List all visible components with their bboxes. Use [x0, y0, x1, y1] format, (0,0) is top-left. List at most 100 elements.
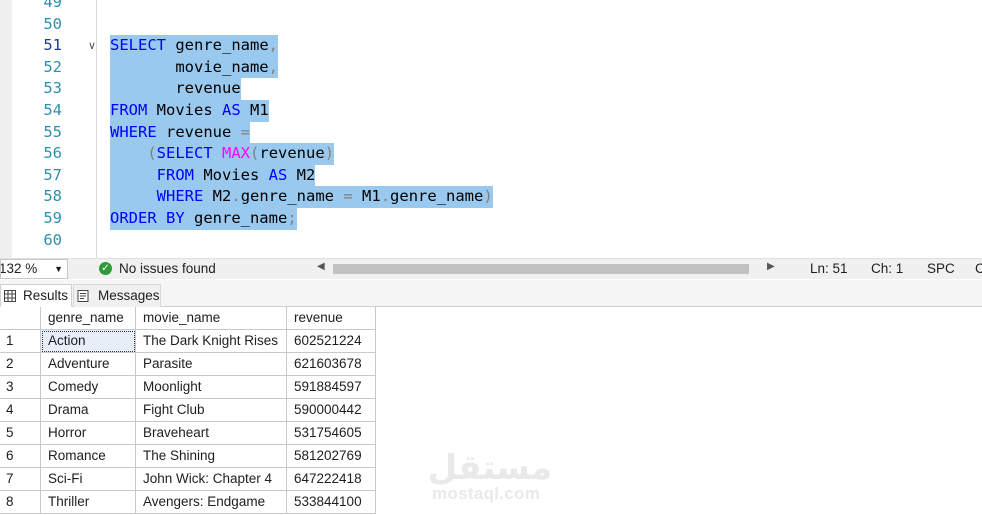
cell-revenue[interactable]: 590000442 — [287, 399, 376, 422]
code-token: ( — [250, 144, 260, 163]
whitespace-mode[interactable]: SPC — [927, 261, 955, 276]
cell-genre-name[interactable]: Adventure — [41, 353, 136, 376]
line-number: 54 — [43, 101, 62, 119]
sql-keyword: SELECT — [156, 144, 213, 163]
code-token: M2 — [287, 165, 316, 184]
code-line[interactable]: 49 — [0, 0, 982, 14]
cell-revenue[interactable]: 581202769 — [287, 445, 376, 468]
cell-movie-name[interactable]: Avengers: Endgame — [136, 491, 287, 514]
code-text: movie_name, — [110, 56, 278, 79]
code-token: genre_name — [184, 209, 288, 227]
sql-editor[interactable]: 49 50 51 ∨ SELECT genre_name, 52 movie_name, 5… — [0, 0, 982, 258]
row-number[interactable]: 8 — [0, 491, 41, 514]
encoding-indicator[interactable]: C — [975, 261, 982, 276]
sql-function: MAX — [222, 144, 251, 163]
sql-keyword: SELECT — [110, 36, 166, 55]
code-line[interactable]: 53 revenue — [0, 78, 982, 100]
code-text: FROM Movies AS M2 — [110, 164, 316, 187]
code-text: FROM Movies AS M1 — [110, 100, 269, 122]
row-number[interactable]: 7 — [0, 468, 41, 491]
line-indicator: Ln: 51 — [810, 261, 848, 276]
column-header-genre-name[interactable]: genre_name — [41, 307, 136, 330]
cell-movie-name[interactable]: Moonlight — [136, 376, 287, 399]
line-number: 49 — [43, 0, 62, 11]
issues-status[interactable]: No issues found — [119, 261, 216, 276]
cell-genre-name[interactable]: Action — [41, 330, 136, 353]
cell-movie-name[interactable]: John Wick: Chapter 4 — [136, 468, 287, 491]
cell-movie-name[interactable]: Braveheart — [136, 422, 287, 445]
tab-results-label: Results — [23, 288, 69, 303]
cell-genre-name[interactable]: Sci-Fi — [41, 468, 136, 491]
row-number[interactable]: 2 — [0, 353, 41, 376]
cell-movie-name[interactable]: Parasite — [136, 353, 287, 376]
line-number: 59 — [43, 209, 62, 227]
sql-keyword: AS — [268, 165, 288, 184]
cell-genre-name[interactable]: Horror — [41, 422, 136, 445]
watermark-logo: مستقل mostaql.com — [427, 448, 560, 508]
cell-movie-name[interactable]: Fight Club — [136, 399, 287, 422]
code-line[interactable]: 57 FROM Movies AS M2 — [0, 164, 982, 187]
horizontal-scrollbar-thumb[interactable] — [333, 264, 749, 274]
code-token: genre_name — [390, 187, 484, 206]
watermark-latin: mostaql.com — [432, 484, 541, 503]
code-line[interactable]: 56 (SELECT MAX(revenue) — [0, 143, 982, 165]
row-number-header[interactable] — [0, 307, 41, 330]
code-line[interactable]: 55 WHERE revenue = — [0, 121, 982, 144]
tab-results[interactable]: Results — [0, 284, 72, 307]
cell-genre-name[interactable]: Thriller — [41, 491, 136, 514]
code-token: . — [231, 187, 241, 206]
fold-toggle-icon[interactable]: ∨ — [88, 35, 98, 57]
code-line[interactable]: 51 ∨ SELECT genre_name, — [0, 35, 982, 57]
tab-messages[interactable]: Messages — [73, 284, 161, 307]
sql-keyword: FROM — [110, 101, 148, 119]
code-token: M1 — [240, 101, 269, 119]
cell-revenue[interactable]: 531754605 — [287, 422, 376, 445]
code-token: , — [268, 57, 278, 76]
row-number[interactable]: 1 — [0, 330, 41, 353]
code-token: = — [240, 122, 251, 141]
column-header-movie-name[interactable]: movie_name — [136, 307, 287, 330]
code-line[interactable]: 60 — [0, 230, 982, 252]
zoom-select[interactable]: 132 % ▼ — [0, 259, 68, 279]
cell-revenue[interactable]: 533844100 — [287, 491, 376, 514]
row-number[interactable]: 5 — [0, 422, 41, 445]
code-token: . — [380, 187, 391, 206]
cell-revenue[interactable]: 591884597 — [287, 376, 376, 399]
row-number[interactable]: 4 — [0, 399, 41, 422]
cell-genre-name[interactable]: Drama — [41, 399, 136, 422]
code-line[interactable]: 54 FROM Movies AS M1 — [0, 100, 982, 122]
cell-revenue[interactable]: 621603678 — [287, 353, 376, 376]
sql-keyword: FROM — [156, 165, 194, 184]
code-line[interactable]: 50 — [0, 14, 982, 36]
code-token: genre_name — [240, 187, 344, 206]
grid-icon — [4, 290, 16, 302]
code-line[interactable]: 58 WHERE M2.genre_name = M1.genre_name) — [0, 186, 982, 208]
code-line[interactable]: 52 movie_name, — [0, 56, 982, 79]
column-header-revenue[interactable]: revenue — [287, 307, 376, 330]
code-token: ) — [324, 144, 335, 163]
sql-keyword: WHERE — [110, 122, 157, 141]
cell-revenue[interactable]: 602521224 — [287, 330, 376, 353]
scroll-left-icon[interactable]: ◀ — [317, 261, 325, 272]
code-text: SELECT genre_name, — [110, 35, 278, 57]
cell-genre-name[interactable]: Comedy — [41, 376, 136, 399]
row-number[interactable]: 3 — [0, 376, 41, 399]
tab-messages-label: Messages — [98, 288, 160, 303]
scroll-right-icon[interactable]: ▶ — [767, 261, 775, 272]
cell-genre-name[interactable]: Romance — [41, 445, 136, 468]
messages-icon — [77, 290, 89, 302]
sql-keyword: AS — [221, 101, 241, 119]
cell-movie-name[interactable]: The Dark Knight Rises — [136, 330, 287, 353]
cell-movie-name[interactable]: The Shining — [136, 445, 287, 468]
code-token: ) — [483, 187, 493, 206]
watermark-arabic: مستقل — [427, 448, 552, 488]
result-tabs: Results Messages — [0, 280, 982, 307]
line-number: 50 — [43, 14, 62, 33]
code-line[interactable]: 59 ORDER BY genre_name; — [0, 208, 982, 230]
cell-revenue[interactable]: 647222418 — [287, 468, 376, 491]
line-number: 55 — [43, 122, 62, 141]
row-number[interactable]: 6 — [0, 445, 41, 468]
chevron-down-icon: ▼ — [54, 264, 63, 274]
